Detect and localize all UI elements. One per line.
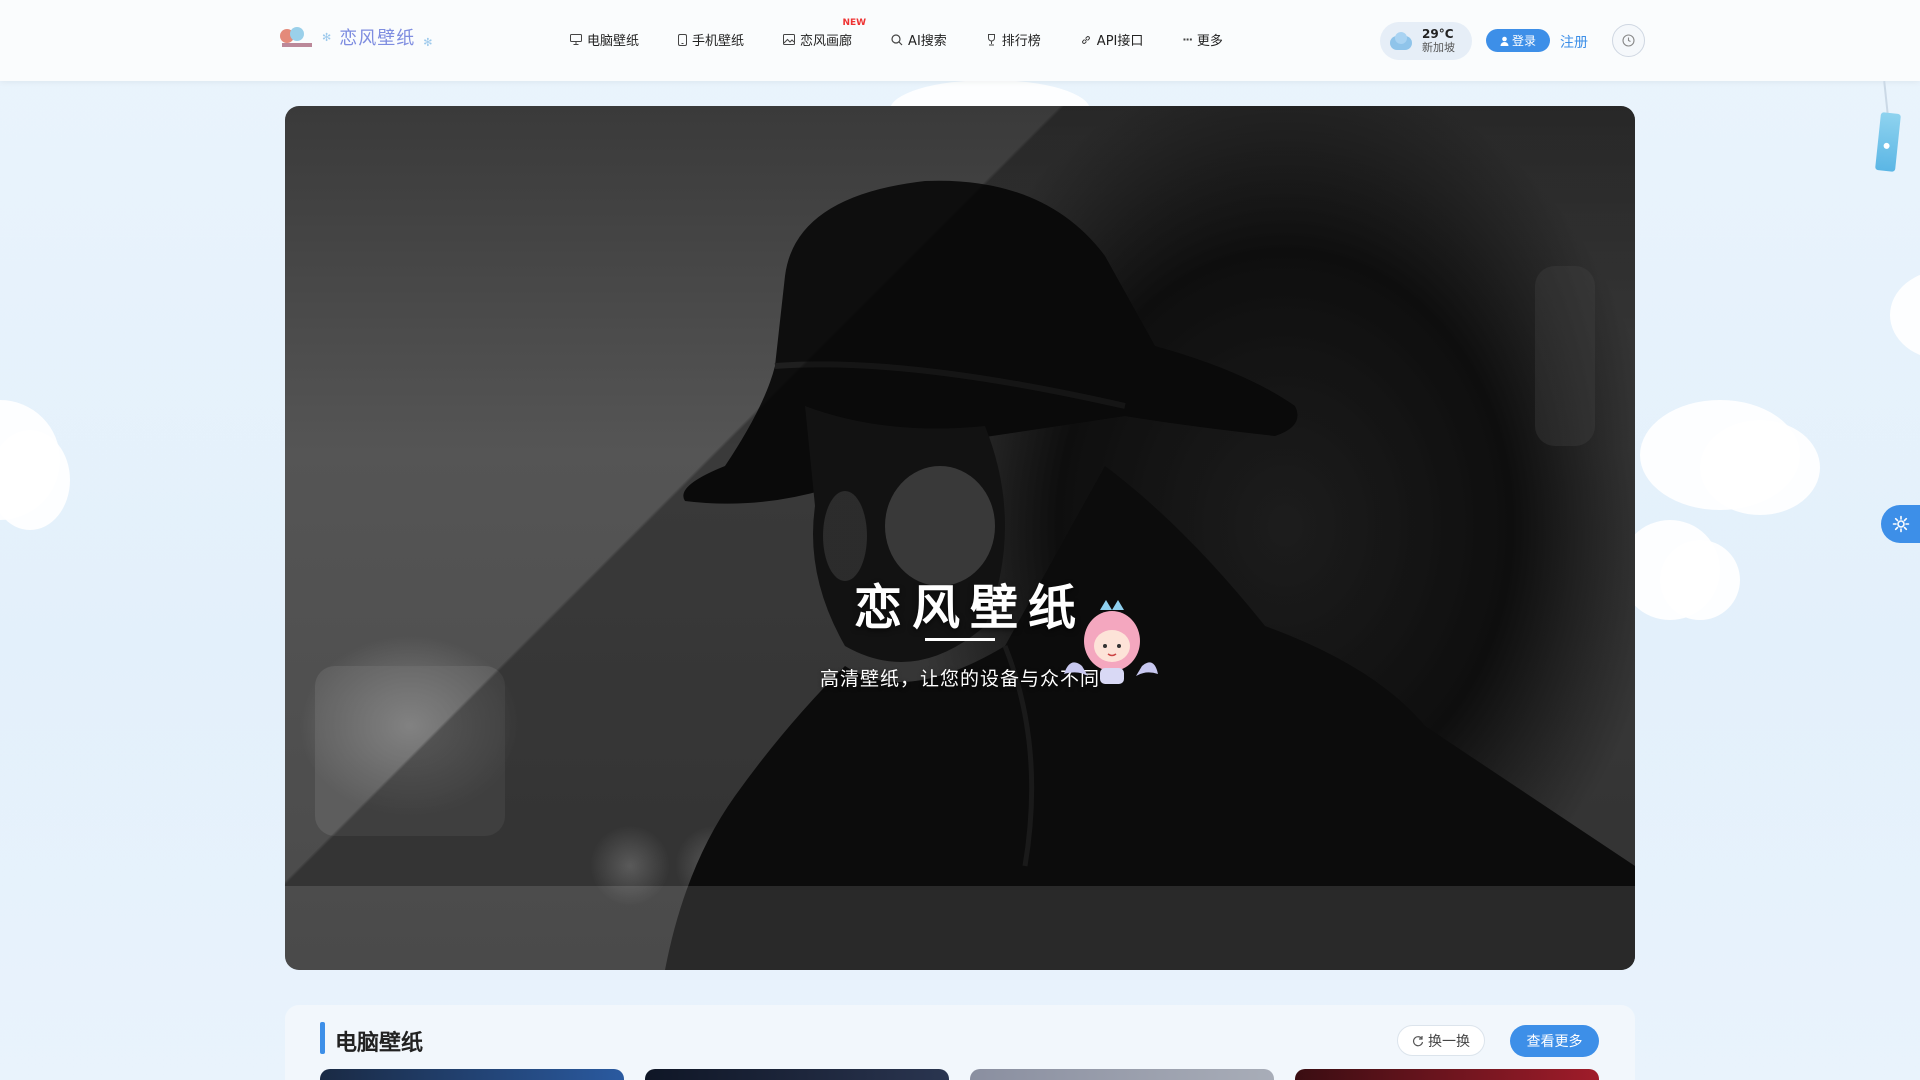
section-title: 电脑壁纸	[335, 1031, 424, 1056]
nav-item-ranking[interactable]: 排行榜	[986, 30, 1041, 49]
nav-item-label: API接口	[1096, 34, 1144, 49]
logo-mark-icon	[280, 25, 314, 49]
hero-subtitle: 高清壁纸，让您的设备与众不同	[819, 668, 1100, 690]
nav-item-ai-search[interactable]: AI搜索	[891, 30, 947, 49]
image-icon	[783, 34, 796, 45]
weather-widget[interactable]: 29°C 新加坡	[1380, 22, 1472, 60]
site-logo[interactable]: ✻ 恋风壁纸 ✻	[280, 24, 432, 50]
nav-item-gallery[interactable]: 恋风画廊 NEW	[783, 18, 866, 49]
nav-item-phone-wallpaper[interactable]: 手机壁纸	[678, 30, 744, 49]
history-button[interactable]	[1612, 24, 1645, 57]
logo-text: 恋风壁纸	[339, 28, 416, 49]
wallpaper-thumbnail-row	[320, 1069, 1599, 1080]
trophy-icon	[987, 33, 995, 45]
mascot-character-icon	[1064, 600, 1158, 684]
refresh-icon	[1412, 1035, 1424, 1046]
top-navbar: ✻ 恋风壁纸 ✻ 电脑壁纸 手机壁纸 恋风画廊 NEW AI搜索 排行榜 API…	[0, 0, 1920, 81]
refresh-button[interactable]: 换一换	[1397, 1025, 1485, 1056]
main-nav: 电脑壁纸 手机壁纸 恋风画廊 NEW AI搜索 排行榜 API接口 ··· 更多	[570, 18, 1223, 49]
new-badge: NEW	[842, 18, 867, 28]
chime-string	[1883, 80, 1889, 116]
user-icon	[1500, 36, 1509, 46]
wallpaper-thumbnail[interactable]	[320, 1069, 624, 1080]
nav-item-label: AI搜索	[908, 34, 947, 49]
wallpaper-thumbnail[interactable]	[645, 1069, 949, 1080]
view-more-button[interactable]: 查看更多	[1510, 1025, 1599, 1057]
nav-item-more[interactable]: ··· 更多	[1182, 30, 1223, 49]
hero-banner[interactable]: 恋风壁纸 高清壁纸，让您的设备与众不同	[285, 106, 1635, 970]
pc-wallpaper-section: 电脑壁纸 换一换 查看更多	[285, 1005, 1635, 1080]
hero-divider	[925, 638, 995, 641]
weather-city: 新加坡	[1422, 41, 1455, 54]
monitor-icon	[570, 34, 582, 45]
snowflake-icon: ✻	[423, 35, 433, 49]
hero-title: 恋风壁纸	[853, 580, 1086, 636]
login-label: 登录	[1511, 34, 1536, 48]
register-link[interactable]: 注册	[1560, 32, 1588, 52]
section-accent-bar	[320, 1022, 325, 1054]
weather-temperature: 29°C	[1422, 27, 1454, 41]
search-icon	[891, 33, 903, 45]
nav-item-pc-wallpaper[interactable]: 电脑壁纸	[570, 30, 639, 49]
nav-item-api[interactable]: API接口	[1080, 30, 1144, 49]
snowflake-icon: ✻	[322, 30, 332, 44]
gear-icon	[1892, 515, 1909, 533]
cloud-decoration	[1700, 420, 1820, 515]
settings-button[interactable]	[1881, 505, 1920, 543]
wallpaper-thumbnail[interactable]	[970, 1069, 1274, 1080]
cloud-decoration	[1890, 270, 1920, 360]
wind-chime-decoration	[1875, 112, 1901, 172]
hero-overlay	[285, 106, 1635, 970]
phone-icon	[678, 33, 688, 46]
nav-item-label: 电脑壁纸	[587, 34, 640, 49]
link-icon	[1081, 35, 1090, 44]
cloud-decoration	[0, 430, 70, 530]
wallpaper-thumbnail[interactable]	[1295, 1069, 1599, 1080]
nav-item-label: 恋风画廊	[800, 34, 853, 49]
hero-bottom-fade	[285, 886, 1635, 970]
nav-item-label: 更多	[1196, 34, 1223, 49]
cloud-decoration	[1660, 540, 1740, 620]
nav-item-label: 排行榜	[1001, 34, 1041, 49]
more-icon: ···	[1182, 33, 1193, 46]
clock-icon	[1622, 34, 1635, 47]
login-button[interactable]: 登录	[1486, 29, 1550, 52]
nav-item-label: 手机壁纸	[692, 34, 745, 49]
cloud-icon	[1390, 32, 1414, 50]
refresh-label: 换一换	[1428, 1033, 1470, 1050]
